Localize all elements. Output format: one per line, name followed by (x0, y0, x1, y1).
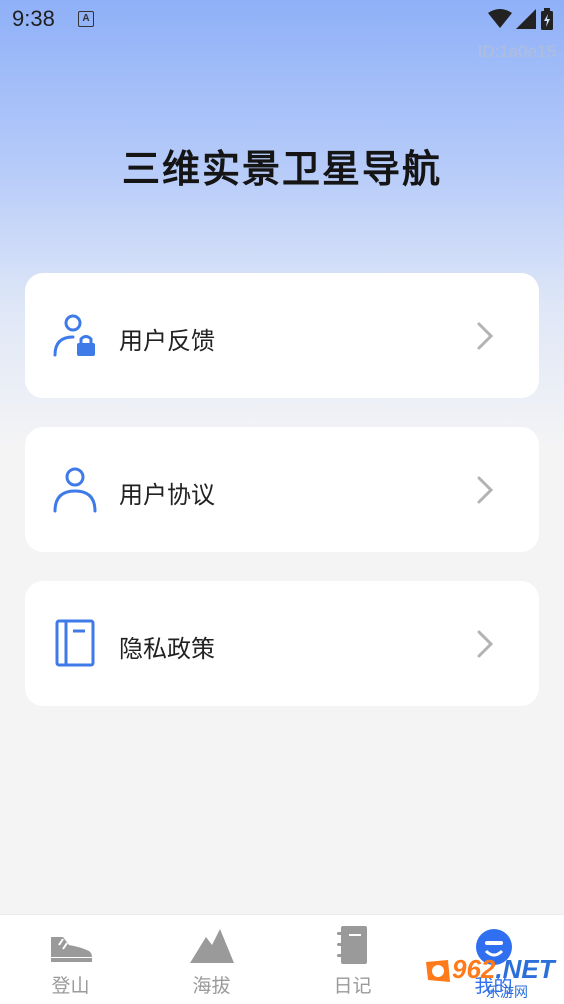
user-lock-icon (53, 314, 95, 357)
menu-label-feedback: 用户反馈 (119, 327, 215, 355)
privacy-policy-card[interactable]: 隐私政策 (25, 581, 539, 706)
tab-label-hiking: 登山 (51, 975, 90, 997)
tab-label-diary: 日记 (333, 975, 372, 997)
page-title: 三维实景卫星导航 (121, 147, 442, 191)
tab-altitude[interactable]: 海拔 (141, 915, 282, 1004)
device-id-label: ID:1a0e15 (477, 42, 556, 61)
watermark-brand: 962.NET (452, 954, 555, 984)
tab-diary[interactable]: 日记 (282, 915, 423, 1004)
menu-label-privacy: 隐私政策 (119, 635, 215, 663)
shoe-icon (50, 937, 92, 962)
battery-icon (541, 8, 553, 30)
status-time: 9:38 (12, 6, 55, 31)
signal-icon (516, 9, 536, 29)
user-icon (53, 467, 97, 513)
mountain-icon (189, 929, 234, 963)
chevron-right-icon (477, 476, 494, 504)
feedback-card[interactable]: 用户反馈 (25, 273, 539, 398)
menu-label-agreement: 用户协议 (119, 481, 215, 509)
tab-hiking[interactable]: 登山 (0, 915, 141, 1004)
wifi-icon (488, 9, 512, 28)
tab-label-altitude: 海拔 (192, 975, 231, 997)
status-icons (488, 8, 554, 30)
site-watermark: 962.NET 乐游网 (424, 954, 562, 1001)
notebook-icon (336, 926, 367, 964)
user-agreement-card[interactable]: 用户协议 (25, 427, 539, 552)
book-icon (55, 619, 95, 667)
watermark-subtitle: 乐游网 (486, 985, 528, 1001)
status-bar: 9:38 A (0, 0, 564, 40)
chevron-right-icon (477, 630, 494, 658)
watermark-logo-icon (426, 960, 450, 982)
notification-icon: A (78, 11, 94, 27)
chevron-right-icon (477, 322, 494, 350)
